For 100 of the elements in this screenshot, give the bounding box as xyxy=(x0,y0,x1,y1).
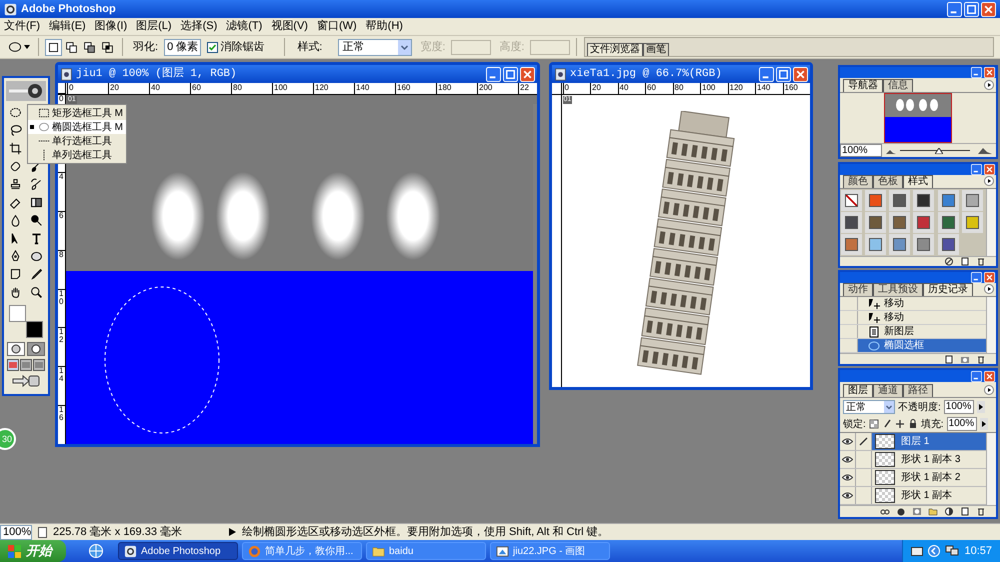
chevron-left-icon[interactable] xyxy=(928,545,940,557)
zoom-slider-thumb[interactable] xyxy=(934,148,942,154)
network-icon[interactable] xyxy=(945,545,960,557)
selection-mode-button[interactable] xyxy=(45,38,62,56)
large-mountain-icon[interactable] xyxy=(977,146,993,155)
menu-item[interactable]: 视图(V) xyxy=(271,18,308,35)
style-swatch[interactable] xyxy=(917,216,930,229)
style-swatch[interactable] xyxy=(966,216,979,229)
palette-menu-button[interactable] xyxy=(984,176,994,186)
checker-icon[interactable] xyxy=(868,419,879,429)
palette-tab[interactable]: 信息 xyxy=(883,79,913,92)
new-page-icon[interactable] xyxy=(960,257,970,266)
style-dropdown[interactable]: 正常 xyxy=(338,38,412,56)
background-color-swatch[interactable] xyxy=(26,321,43,338)
menu-item[interactable]: 编辑(E) xyxy=(49,18,86,35)
eye-icon[interactable] xyxy=(842,438,853,445)
close-button[interactable] xyxy=(984,164,995,175)
style-swatch[interactable] xyxy=(893,216,906,229)
palette-menu-button[interactable] xyxy=(984,385,994,395)
layer-style-icon[interactable] xyxy=(896,507,906,516)
no-style-swatch[interactable] xyxy=(845,194,858,207)
arrow-button[interactable] xyxy=(980,418,988,430)
scrollbar[interactable] xyxy=(986,433,996,505)
blend-mode-dropdown[interactable]: 正常 xyxy=(843,400,895,414)
style-swatch[interactable] xyxy=(845,216,858,229)
play-arrow-icon[interactable] xyxy=(229,528,236,536)
camera-icon[interactable] xyxy=(960,354,970,364)
close-button[interactable] xyxy=(520,66,535,82)
palette-menu-button[interactable] xyxy=(984,284,994,294)
style-swatch[interactable] xyxy=(942,238,955,251)
document-icon[interactable] xyxy=(38,526,47,538)
maximize-button[interactable] xyxy=(503,66,518,82)
mask-icon[interactable] xyxy=(912,507,922,516)
maximize-button[interactable] xyxy=(776,66,791,82)
eye-icon[interactable] xyxy=(842,456,853,463)
history-item[interactable]: 移动 xyxy=(840,311,986,326)
menu-item[interactable]: 帮助(H) xyxy=(366,18,403,35)
minimize-button[interactable] xyxy=(759,66,774,82)
taskbar-button[interactable]: jiu22.JPG - 画图 xyxy=(490,542,610,560)
jump-to-imageready-button[interactable] xyxy=(11,374,41,388)
palette-tab[interactable]: 颜色 xyxy=(843,175,873,188)
fill-field[interactable]: 100% xyxy=(946,417,977,431)
brush-icon[interactable] xyxy=(882,419,892,429)
close-button[interactable] xyxy=(984,67,995,78)
style-swatch[interactable] xyxy=(942,216,955,229)
style-swatch[interactable] xyxy=(869,194,882,207)
move-cross-icon[interactable] xyxy=(894,419,905,429)
eye-icon[interactable] xyxy=(842,474,853,481)
style-swatch[interactable] xyxy=(942,194,955,207)
trash-icon[interactable] xyxy=(976,257,986,266)
keyboard-icon[interactable] xyxy=(911,546,924,556)
style-swatch[interactable] xyxy=(917,194,930,207)
palette-tab[interactable]: 历史记录 xyxy=(923,283,973,296)
style-swatch[interactable] xyxy=(893,194,906,207)
layer-row[interactable]: 形状 1 副本 xyxy=(840,487,986,505)
maximize-button[interactable] xyxy=(964,2,979,16)
folder-icon[interactable] xyxy=(928,507,938,516)
close-button[interactable] xyxy=(984,272,995,283)
style-swatch[interactable] xyxy=(869,238,882,251)
arrow-button[interactable] xyxy=(976,401,985,413)
palette-tab[interactable]: 通道 xyxy=(873,384,903,397)
palette-tab[interactable]: 工具预设 xyxy=(873,283,923,296)
minimize-button[interactable] xyxy=(486,66,501,82)
style-swatch[interactable] xyxy=(869,216,882,229)
menu-item[interactable]: 滤镜(T) xyxy=(226,18,262,35)
palette-tab[interactable]: 图层 xyxy=(843,384,873,397)
scrollbar[interactable] xyxy=(986,189,996,256)
screen-mode-button[interactable] xyxy=(20,359,32,371)
trash-icon[interactable] xyxy=(976,354,986,364)
layer-row[interactable]: 形状 1 副本 2 xyxy=(840,469,986,487)
minimize-button[interactable] xyxy=(971,272,982,283)
palette-tab[interactable]: 文件浏览器 xyxy=(587,43,643,56)
menu-item[interactable]: 窗口(W) xyxy=(316,18,357,35)
zoom-field[interactable]: 100% xyxy=(0,524,32,540)
palette-menu-button[interactable] xyxy=(984,80,994,90)
eye-icon[interactable] xyxy=(842,492,853,499)
minimize-button[interactable] xyxy=(971,370,982,382)
menu-item[interactable]: 图像(I) xyxy=(94,18,128,35)
screen-mode-button[interactable] xyxy=(7,359,19,371)
trash-icon[interactable] xyxy=(976,507,986,516)
palette-tab[interactable]: 动作 xyxy=(843,283,873,296)
menu-item[interactable]: 图层(L) xyxy=(136,18,172,35)
lock-icon[interactable] xyxy=(908,419,918,429)
minimize-button[interactable] xyxy=(947,2,962,16)
style-swatch[interactable] xyxy=(917,238,930,251)
link-icon[interactable] xyxy=(880,507,890,516)
no-sign-icon[interactable] xyxy=(944,257,954,266)
style-swatch[interactable] xyxy=(845,238,858,251)
new-page-icon[interactable] xyxy=(960,507,970,516)
taskbar-button[interactable]: Adobe Photoshop xyxy=(118,542,238,560)
taskbar-button[interactable]: baidu xyxy=(366,542,486,560)
palette-tab[interactable]: 画笔 xyxy=(643,43,669,56)
half-circle-icon[interactable] xyxy=(944,507,954,516)
new-page-icon[interactable] xyxy=(944,354,954,364)
menu-item[interactable]: 选择(S) xyxy=(180,18,218,35)
close-button[interactable] xyxy=(793,66,808,82)
opacity-field[interactable]: 100% xyxy=(944,400,974,414)
menu-item[interactable]: 单列选框工具 xyxy=(28,148,126,162)
layer-row[interactable]: 图层 1 xyxy=(840,433,986,451)
minimize-button[interactable] xyxy=(971,164,982,175)
